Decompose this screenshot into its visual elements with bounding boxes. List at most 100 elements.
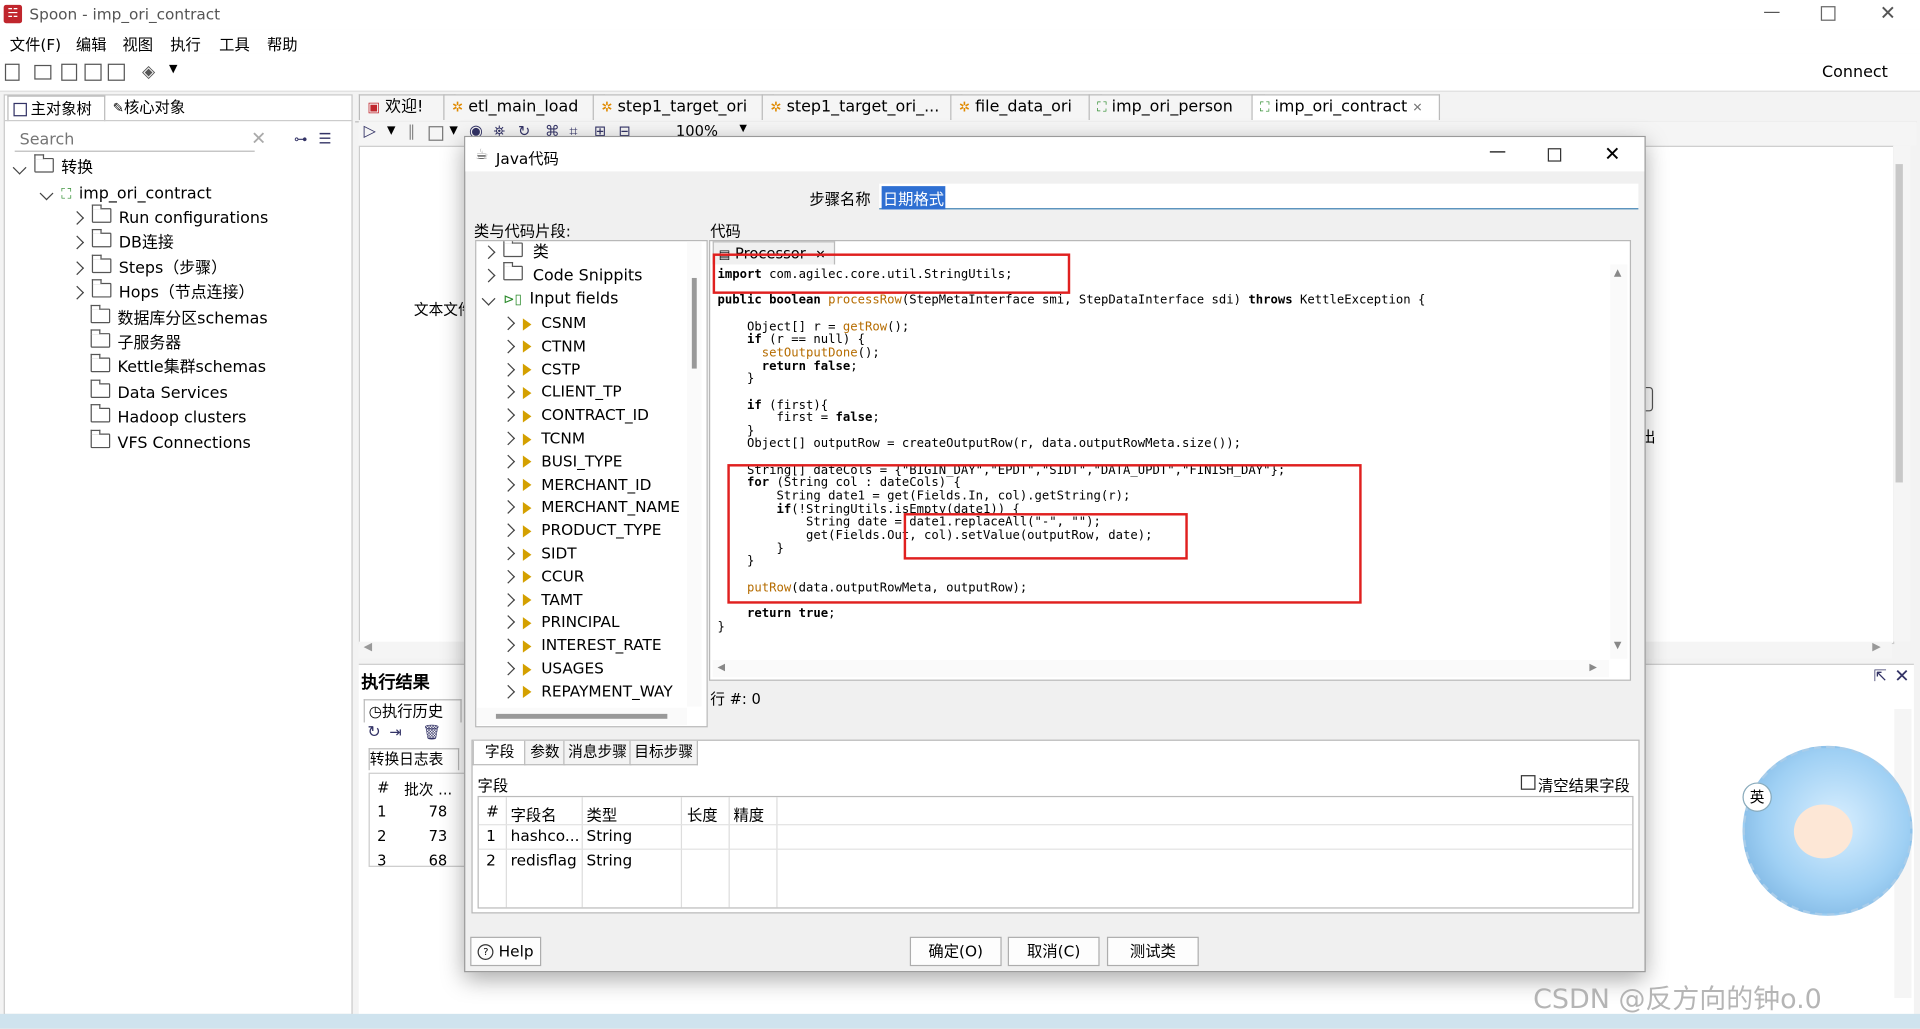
input-field-item[interactable]: CSTP — [501, 357, 580, 380]
tab-core-objects[interactable]: ✎核心对象 — [105, 96, 196, 120]
editor-tab[interactable]: ⛶ imp_ori_person — [1088, 94, 1265, 121]
run-menu-icon[interactable]: ▼ — [387, 125, 395, 137]
input-field-item[interactable]: TCNM — [501, 426, 585, 449]
editor-tab[interactable]: ▣ 欢迎! — [358, 94, 456, 121]
clear-result-checkbox[interactable] — [1520, 775, 1536, 790]
dialog-maximize-icon[interactable] — [1547, 148, 1562, 162]
tree-item[interactable]: Data Services — [72, 379, 228, 406]
tree-item[interactable]: DB连接 — [70, 229, 174, 256]
editor-tab[interactable]: ✲ step1_target_ori — [592, 94, 774, 121]
replay-log-icon[interactable]: ⇥ — [389, 724, 401, 741]
input-field-item[interactable]: CLIENT_TP — [501, 380, 622, 403]
input-field-item[interactable]: CONTRACT_ID — [501, 403, 649, 426]
collapse-tree-icon[interactable]: ☰ — [318, 130, 331, 147]
bottom-tab[interactable]: 消息步骤 — [563, 740, 632, 766]
tree-item[interactable]: Run configurations — [70, 204, 268, 231]
tree-item[interactable]: Kettle集群schemas — [72, 354, 266, 381]
input-field-item[interactable]: TAMT — [501, 587, 582, 610]
delete-icon[interactable]: 🗑 — [422, 724, 441, 741]
code-h-scrollbar[interactable]: ◀ ▶ — [712, 660, 1609, 678]
bottom-tab[interactable]: 字段 — [472, 740, 527, 766]
table-cell-type[interactable]: String — [587, 827, 633, 845]
bottom-tab[interactable]: 参数 — [524, 740, 566, 766]
tree-item[interactable]: Steps（步骤） — [70, 254, 227, 281]
close-panel-icon[interactable]: ✕ — [1894, 665, 1909, 687]
refresh-icon[interactable]: ↻ — [367, 724, 380, 742]
input-field-item[interactable]: CCUR — [501, 564, 584, 587]
explore-icon[interactable] — [61, 63, 78, 81]
tab-execution-history[interactable]: ◷执行历史 — [363, 699, 462, 723]
chevron-down-icon[interactable]: ▼ — [169, 64, 177, 76]
close-tab-icon[interactable]: ✕ — [1412, 102, 1422, 115]
table-cell-name[interactable]: redisflag — [511, 851, 577, 869]
tree-node-root[interactable]: 转换 — [12, 154, 93, 181]
editor-tab[interactable]: ✲ file_data_ori — [950, 94, 1103, 121]
tree-item[interactable]: 数据库分区schemas — [72, 304, 268, 331]
dialog-close-icon[interactable]: ✕ — [1604, 142, 1620, 165]
editor-tab[interactable]: ✲ step1_target_ori_... — [761, 94, 963, 121]
scroll-up-icon[interactable]: ▲ — [1614, 267, 1622, 278]
editor-tab[interactable]: ✲ etl_main_load — [443, 94, 605, 121]
avatar[interactable]: 英 — [1742, 745, 1913, 916]
tree-item[interactable]: Hadoop clusters — [72, 404, 246, 431]
scroll-right-icon[interactable]: ▶ — [1872, 642, 1880, 654]
dialog-minimize-icon[interactable]: — — [1489, 142, 1506, 162]
input-field-item[interactable]: INTEREST_RATE — [501, 633, 662, 656]
input-field-item[interactable]: MERCHANT_NAME — [501, 495, 680, 518]
help-button[interactable]: ? Help — [470, 936, 542, 967]
layers-icon[interactable]: ◈ — [142, 62, 155, 82]
new-file-icon[interactable] — [4, 63, 20, 81]
clear-search-icon[interactable]: ✕ — [251, 127, 266, 149]
test-class-button[interactable]: 测试类 — [1106, 936, 1199, 967]
ok-button[interactable]: 确定(O) — [909, 936, 1002, 967]
input-field-item[interactable]: CSNM — [501, 311, 586, 334]
table-cell-type[interactable]: String — [587, 851, 633, 869]
bottom-tab[interactable]: 目标步骤 — [629, 740, 698, 766]
code-v-scrollbar[interactable]: ▲ ▼ — [1610, 264, 1628, 659]
tab-main-tree[interactable]: 主对象树 — [7, 95, 106, 122]
scroll-down-icon[interactable]: ▼ — [1614, 639, 1622, 650]
tree-h-scrollbar[interactable] — [476, 707, 687, 725]
tree-node-transform[interactable]: ⛶ imp_ori_contract — [39, 181, 212, 205]
scroll-left-icon[interactable]: ◀ — [718, 661, 726, 672]
menu-run[interactable]: 执行 — [170, 32, 201, 55]
menu-edit[interactable]: 编辑 — [76, 32, 107, 55]
step-name-field[interactable]: 日期格式 — [879, 183, 1639, 210]
tree-item[interactable]: 子服务器 — [72, 329, 181, 356]
canvas-vertical-scrollbar[interactable] — [1893, 145, 1911, 642]
minimize-icon[interactable]: — — [1763, 2, 1780, 22]
stop-menu-icon[interactable]: ▼ — [449, 125, 457, 137]
menu-view[interactable]: 视图 — [122, 32, 153, 55]
table-cell-name[interactable]: hashco... — [511, 827, 580, 845]
input-field-item[interactable]: PRINCIPAL — [501, 610, 620, 633]
input-field-item[interactable]: BUSI_TYPE — [501, 449, 622, 472]
scroll-thumb[interactable] — [495, 713, 668, 719]
close-icon[interactable]: ✕ — [1880, 1, 1896, 24]
save-as-icon[interactable] — [107, 63, 125, 81]
stop-icon[interactable] — [428, 126, 444, 141]
run-icon[interactable]: ▷ — [364, 122, 376, 140]
menu-help[interactable]: 帮助 — [267, 32, 298, 55]
input-field-item[interactable]: USAGES — [501, 656, 604, 679]
input-field-item[interactable]: SIDT — [501, 541, 577, 564]
tree-item[interactable]: Hops（节点连接） — [70, 279, 254, 306]
tab-log-table[interactable]: 转换日志表 — [368, 748, 460, 771]
tree-node-classes[interactable]: 类 — [481, 241, 549, 265]
tree-item[interactable]: VFS Connections — [72, 429, 251, 456]
expand-tree-icon[interactable]: ⊶ — [294, 131, 307, 147]
connect-button[interactable]: Connect — [1822, 64, 1888, 82]
input-field-item[interactable]: CTNM — [501, 334, 586, 357]
scroll-thumb[interactable] — [691, 277, 697, 369]
tree-node-snippets[interactable]: Code Snippits — [481, 262, 642, 288]
input-field-item[interactable]: REPAYMENT_WAY — [501, 679, 673, 702]
scroll-thumb[interactable] — [1895, 164, 1903, 483]
editor-tab[interactable]: ⛶ imp_ori_contract ✕ — [1251, 94, 1441, 121]
open-icon[interactable] — [34, 64, 52, 80]
search-input[interactable] — [14, 128, 255, 152]
scroll-right-icon[interactable]: ▶ — [1589, 661, 1597, 672]
scroll-left-icon[interactable]: ◀ — [364, 642, 372, 654]
pause-icon[interactable]: ‖ — [408, 122, 415, 139]
save-icon[interactable] — [84, 63, 102, 81]
cancel-button[interactable]: 取消(C) — [1007, 936, 1100, 967]
maximize-panel-icon[interactable]: ⇱ — [1873, 667, 1886, 685]
